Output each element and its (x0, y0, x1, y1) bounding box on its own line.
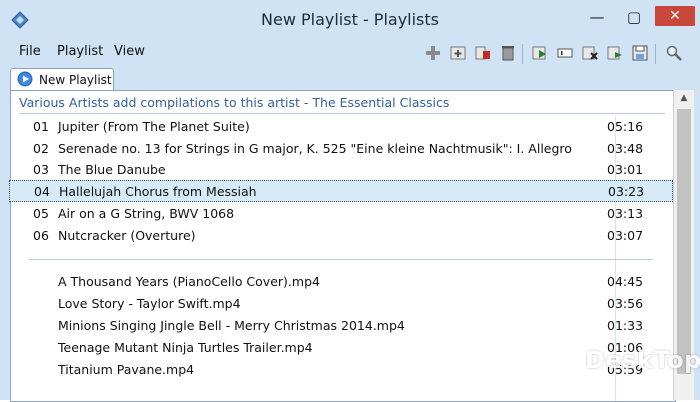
tab-new-playlist[interactable]: New Playlist (10, 68, 114, 91)
track-title: Air on a G String, BWV 1068 (58, 206, 235, 221)
maximize-button[interactable]: ▢ (620, 6, 648, 28)
minimize-button[interactable]: — (583, 6, 611, 28)
export-icon[interactable] (606, 44, 624, 62)
toolbar-separator (522, 44, 523, 64)
track-title: The Blue Danube (58, 162, 166, 177)
track-row-06[interactable]: 06 Nutcracker (Overture) 03:07 (11, 225, 671, 247)
file-duration: 03:56 (607, 296, 644, 311)
track-duration: 05:16 (607, 119, 644, 134)
watermark: DeskTop (543, 340, 700, 384)
file-title: Teenage Mutant Ninja Turtles Trailer.mp4 (58, 340, 313, 355)
file-row[interactable]: Love Story - Taylor Swift.mp4 03:56 (11, 293, 671, 315)
track-duration: 03:48 (607, 141, 644, 156)
group-separator (19, 113, 665, 114)
scrollbar-thumb[interactable] (677, 109, 691, 374)
app-window: New Playlist - Playlists — ▢ ✕ File Play… (0, 0, 700, 402)
play-selected-icon[interactable] (531, 44, 549, 62)
track-duration: 03:07 (607, 228, 644, 243)
track-title: Hallelujah Chorus from Messiah (59, 184, 257, 199)
file-row[interactable]: A Thousand Years (PianoCello Cover).mp4 … (11, 271, 671, 293)
track-title: Nutcracker (Overture) (58, 228, 196, 243)
watermark-text: DeskTop (585, 346, 700, 374)
toolbar-separator (655, 44, 656, 64)
track-number: 05 (33, 206, 49, 221)
scroll-up-arrow-icon[interactable]: ▲ (674, 90, 694, 107)
file-title: Titanium Pavane.mp4 (58, 362, 195, 377)
track-number: 04 (34, 184, 50, 199)
file-title: Minions Singing Jingle Bell - Merry Chri… (58, 318, 405, 333)
track-row-01[interactable]: 01 Jupiter (From The Planet Suite) 05:16 (11, 116, 671, 138)
track-number: 06 (33, 228, 49, 243)
watermark-logo-icon (543, 342, 579, 378)
file-title: A Thousand Years (PianoCello Cover).mp4 (58, 274, 320, 289)
file-duration: 01:33 (607, 318, 644, 333)
track-duration: 03:23 (608, 184, 645, 199)
delete-icon[interactable] (581, 44, 599, 62)
file-row[interactable]: Minions Singing Jingle Bell - Merry Chri… (11, 315, 671, 337)
group-header[interactable]: Various Artists add compilations to this… (19, 95, 449, 110)
trash-icon[interactable] (499, 44, 517, 62)
track-title: Jupiter (From The Planet Suite) (58, 119, 250, 134)
file-title: Love Story - Taylor Swift.mp4 (58, 296, 241, 311)
track-title: Serenade no. 13 for Strings in G major, … (58, 141, 572, 156)
track-number: 02 (33, 141, 49, 156)
group-divider (29, 259, 653, 260)
track-row-05[interactable]: 05 Air on a G String, BWV 1068 03:13 (11, 203, 671, 225)
track-duration: 03:01 (607, 162, 644, 177)
track-row-03[interactable]: 03 The Blue Danube 03:01 (11, 159, 671, 181)
rename-icon[interactable] (556, 44, 574, 62)
save-icon[interactable] (631, 44, 649, 62)
track-number: 01 (33, 119, 49, 134)
tab-label: New Playlist (39, 73, 112, 87)
play-circle-icon (17, 71, 33, 87)
close-button[interactable]: ✕ (655, 6, 695, 26)
track-number: 03 (33, 162, 49, 177)
remove-icon[interactable] (474, 44, 492, 62)
title-bar[interactable]: New Playlist - Playlists — ▢ ✕ (0, 0, 700, 40)
add-icon[interactable] (424, 44, 442, 62)
track-row-02[interactable]: 02 Serenade no. 13 for Strings in G majo… (11, 138, 671, 160)
file-duration: 04:45 (607, 274, 644, 289)
track-duration: 03:13 (607, 206, 644, 221)
search-icon[interactable] (665, 44, 683, 62)
add-folder-icon[interactable] (449, 44, 467, 62)
track-row-04-selected[interactable]: 04 Hallelujah Chorus from Messiah 03:23 (9, 180, 673, 202)
toolbar (0, 44, 700, 64)
